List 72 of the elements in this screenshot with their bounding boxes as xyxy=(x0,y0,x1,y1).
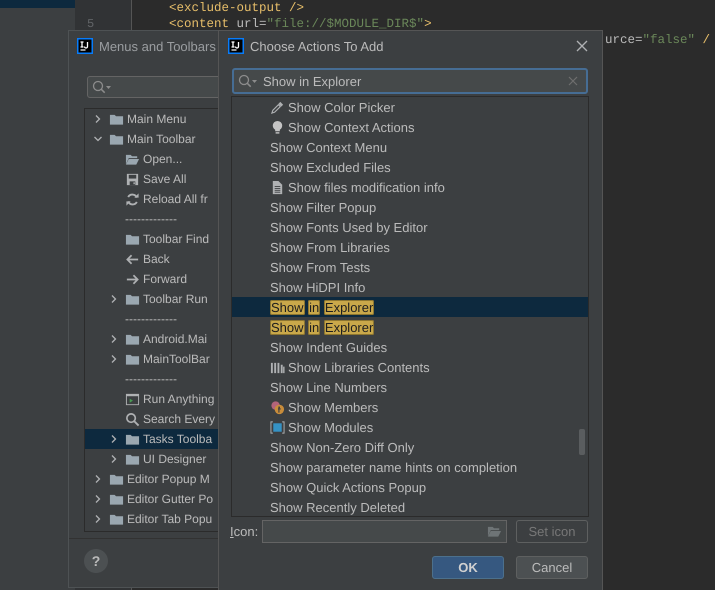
field-label: Icon: xyxy=(230,524,258,539)
tree-item[interactable]: Forward xyxy=(143,272,188,286)
list-item[interactable]: Show Context Menu xyxy=(270,140,388,154)
tree-item[interactable]: Toolbar Find xyxy=(143,232,210,246)
window-title: Choose Actions To Add xyxy=(250,38,384,54)
tree-item[interactable]: Main Menu xyxy=(127,112,186,126)
list-item[interactable]: Show Libraries Contents xyxy=(288,360,430,374)
tree-item[interactable]: Editor Popup M xyxy=(127,472,210,486)
search-icon xyxy=(238,73,258,89)
ok-button[interactable]: OK xyxy=(432,556,504,579)
list-item[interactable]: Show Line Numbers xyxy=(270,380,388,394)
path-field[interactable] xyxy=(262,520,508,543)
scrollbar-thumb[interactable] xyxy=(579,429,585,455)
reload-icon xyxy=(125,192,140,206)
tree-item[interactable]: MainToolBar xyxy=(143,352,210,366)
list-item[interactable]: Show in Explorer xyxy=(270,320,374,334)
document-icon xyxy=(270,180,285,194)
tree-item[interactable]: Toolbar Run xyxy=(143,292,208,306)
list-item[interactable]: Show Modules xyxy=(288,420,374,434)
search-icon xyxy=(92,79,112,95)
separator-label: ------------- xyxy=(125,212,177,226)
separator-label: ------------- xyxy=(125,372,177,386)
list-item[interactable]: Show HiDPI Info xyxy=(270,280,366,294)
window-title: Menus and Toolbars xyxy=(99,38,216,54)
list-row[interactable]: Show in Explorer xyxy=(232,297,588,317)
folder-icon[interactable] xyxy=(487,524,502,539)
close-icon[interactable] xyxy=(576,40,588,52)
tree-item[interactable]: Reload All fr xyxy=(143,192,208,206)
list-item[interactable]: Show Members xyxy=(288,400,378,414)
clear-icon[interactable] xyxy=(568,76,578,86)
module-icon xyxy=(270,420,285,434)
list-item[interactable]: Show Fonts Used by Editor xyxy=(270,220,428,234)
list-item[interactable]: Show files modification info xyxy=(288,180,445,194)
lightbulb-icon xyxy=(270,120,285,134)
code-line: <content url="file://$MODULE_DIR$"> xyxy=(169,17,432,31)
search-field[interactable]: Show in Explorer xyxy=(232,68,588,94)
list-item[interactable]: Show Indent Guides xyxy=(270,340,388,354)
tree-item[interactable]: UI Designer xyxy=(143,452,206,466)
terminal-play-icon xyxy=(125,392,140,406)
tree-item[interactable]: Search Every xyxy=(143,412,216,426)
eyedropper-icon xyxy=(270,100,285,114)
code-line: <exclude-output /> xyxy=(169,1,304,15)
app-icon xyxy=(77,38,93,54)
tree-row[interactable]: Tasks Toolba xyxy=(85,429,219,449)
list-item[interactable]: Show parameter name hints on completion xyxy=(270,460,518,474)
tree-item[interactable]: Main Toolbar xyxy=(127,132,196,146)
tree-item[interactable]: Run Anything xyxy=(143,392,214,406)
tree-item[interactable]: Editor Tab Popu xyxy=(127,512,212,526)
search-icon xyxy=(125,412,140,426)
help-button[interactable]: ? xyxy=(84,549,108,573)
tree-item[interactable]: Save All xyxy=(143,172,186,186)
list-item[interactable]: Show From Libraries xyxy=(270,240,390,254)
list-item[interactable]: Show Excluded Files xyxy=(270,160,391,174)
tree-item[interactable]: Android.Mai xyxy=(143,332,208,346)
cancel-button[interactable]: Cancel xyxy=(516,556,588,579)
list-item[interactable]: Show Filter Popup xyxy=(270,200,376,214)
tree-item[interactable]: Back xyxy=(143,252,170,266)
list-item[interactable]: Show Non-Zero Diff Only xyxy=(270,440,414,454)
tree-item[interactable]: Editor Gutter Po xyxy=(127,492,214,506)
code-line: urce="false" / xyxy=(605,33,710,47)
list-item[interactable]: Show Color Picker xyxy=(288,100,395,114)
list-item[interactable]: Show Quick Actions Popup xyxy=(270,480,426,494)
list-item[interactable]: Show Context Actions xyxy=(288,120,414,134)
list-item[interactable]: Show in Explorer xyxy=(270,300,374,314)
search-field[interactable] xyxy=(87,76,219,98)
app-icon xyxy=(228,38,244,54)
class-members-icon xyxy=(270,400,285,414)
separator-label: ------------- xyxy=(125,312,177,326)
tree-item[interactable]: Open... xyxy=(143,152,182,166)
list-item[interactable]: Show Recently Deleted xyxy=(270,500,406,514)
list-item[interactable]: Show From Tests xyxy=(270,260,370,274)
tree-item[interactable]: Tasks Toolba xyxy=(143,432,212,446)
